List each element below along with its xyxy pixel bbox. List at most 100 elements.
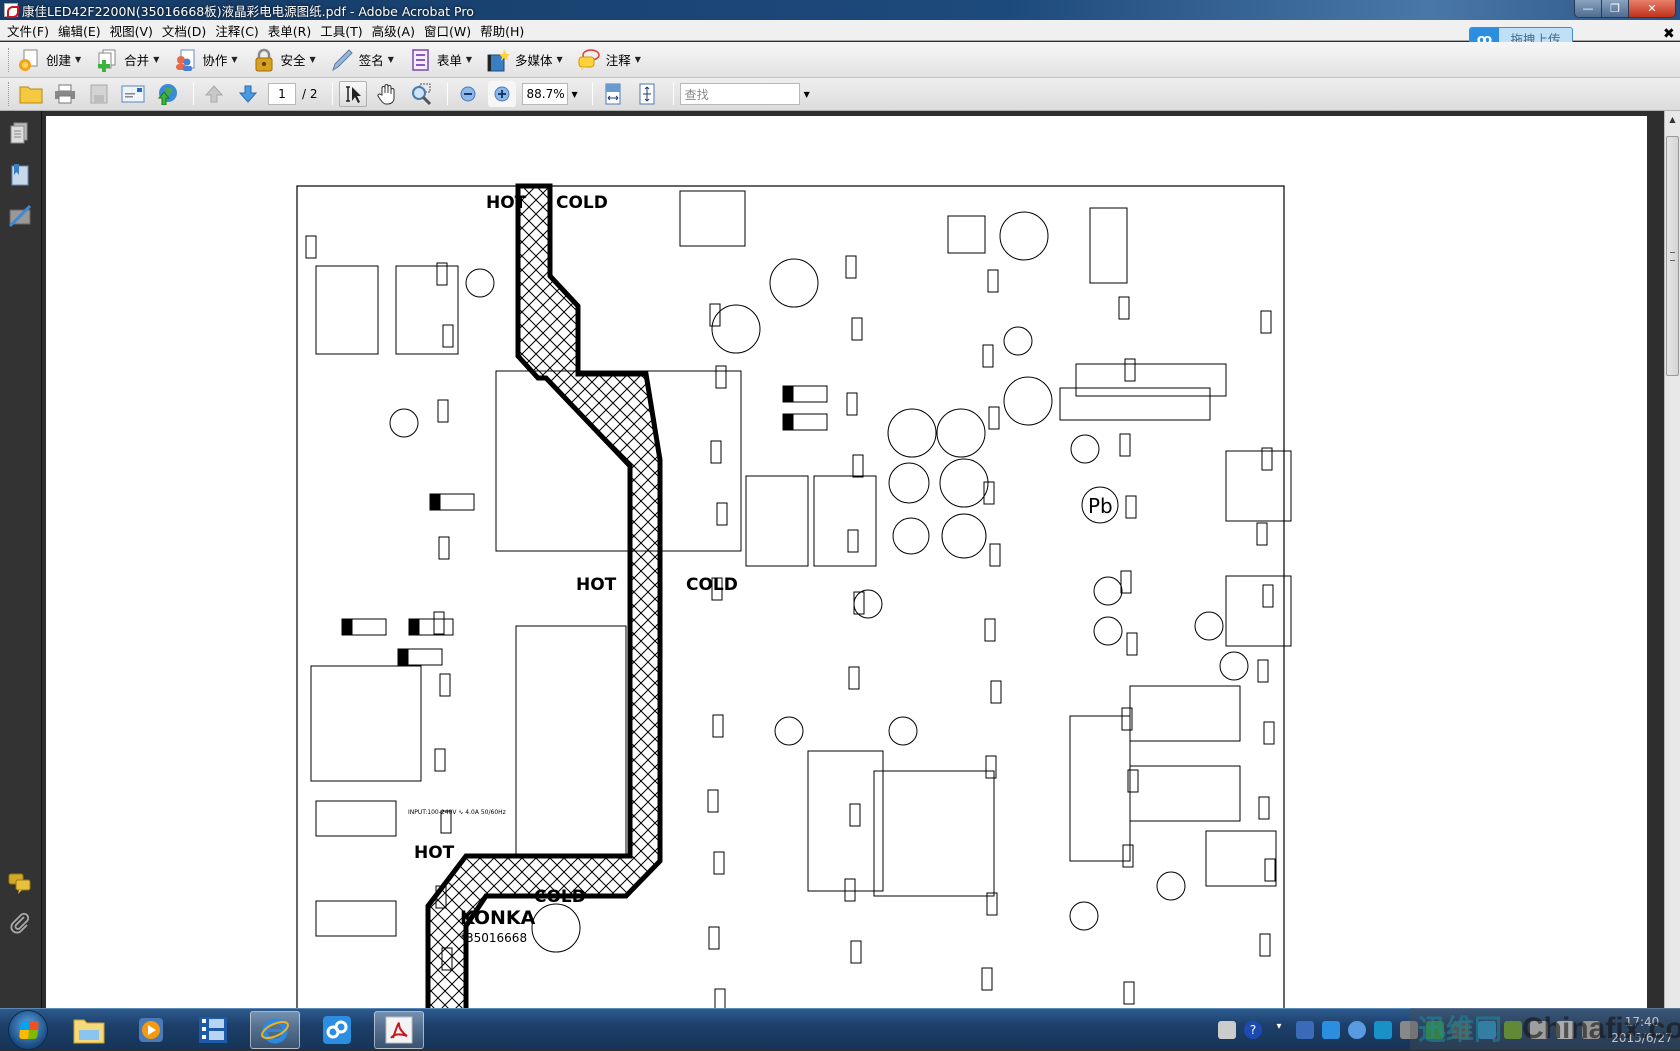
menu-window[interactable]: 窗口(W) (421, 21, 477, 40)
email-button[interactable] (119, 81, 147, 107)
open-button[interactable] (17, 81, 45, 107)
taskbar-media-player[interactable] (126, 1011, 176, 1049)
vdn950-diode-band (782, 413, 794, 431)
menu-advanced[interactable]: 高级(A) (369, 21, 421, 40)
select-tool-button[interactable] (338, 81, 367, 107)
separator (193, 83, 194, 105)
menu-help[interactable]: 帮助(H) (477, 21, 530, 40)
forms-button[interactable]: 表单 ▼ (408, 48, 472, 72)
nvidia-icon[interactable] (1504, 1021, 1522, 1039)
isolation-band (425, 183, 663, 1008)
previous-page-button[interactable] (200, 81, 228, 107)
c728 (1003, 326, 1033, 356)
hot-label-top: HOT (486, 193, 527, 213)
keyboard-icon[interactable] (1218, 1021, 1236, 1039)
taskbar-adobe-acrobat[interactable] (374, 1010, 424, 1049)
close-button[interactable]: ✕ (1629, 0, 1675, 17)
scroll-up-button[interactable]: ▲ (1665, 111, 1680, 127)
menu-document[interactable]: 文档(D) (159, 21, 212, 40)
watermark-en: Chinafix.com (1522, 1012, 1680, 1045)
next-page-button[interactable] (234, 81, 262, 107)
web-share-button[interactable] (153, 81, 181, 107)
collaborate-icon (176, 49, 195, 71)
create-button[interactable]: 创建 ▼ (17, 48, 81, 72)
find-input[interactable]: 查找 (679, 83, 800, 105)
component-13 (1126, 632, 1138, 656)
brand-logo: KONKA (460, 907, 536, 929)
help-icon[interactable]: ? (1244, 1021, 1262, 1039)
scrollbar-thumb[interactable] (1666, 136, 1679, 376)
toolbar-grip[interactable] (8, 47, 11, 72)
zoom-level-input[interactable]: 88.7% (521, 83, 568, 105)
menu-view[interactable]: 视图(V) (107, 21, 159, 40)
main-ic-n301 (873, 770, 995, 897)
comment-button[interactable]: 注释 ▼ (577, 48, 641, 72)
qq-icon[interactable] (1374, 1021, 1392, 1039)
save-button[interactable] (85, 81, 113, 107)
component-53 (846, 392, 858, 416)
cn904 (389, 408, 419, 438)
page-total: / 2 (302, 87, 318, 101)
pen-icon (331, 48, 353, 71)
lw950 (892, 517, 930, 555)
taskbar-video-app[interactable] (188, 1011, 238, 1049)
zoom-out-button[interactable] (454, 81, 482, 107)
combine-button[interactable]: 合并 ▼ (95, 48, 159, 72)
usb-icon[interactable] (1400, 1021, 1418, 1039)
menu-comments[interactable]: 注释(C) (212, 21, 264, 40)
marquee-zoom-button[interactable] (407, 81, 435, 107)
page-number-input[interactable]: 1 (268, 83, 296, 105)
multimedia-button[interactable]: 多媒体 ▼ (486, 48, 563, 72)
c226 (1194, 611, 1224, 641)
security-button[interactable]: 安全 ▼ (252, 48, 316, 72)
restore-button[interactable]: ❐ (1602, 0, 1629, 17)
start-button[interactable] (8, 1009, 48, 1050)
component-1 (442, 324, 454, 348)
collaborate-button[interactable]: 协作 ▼ (173, 48, 238, 72)
taskbar-cloud-upload[interactable] (312, 1011, 362, 1049)
component-41 (1122, 844, 1134, 868)
toolbar-grip[interactable] (8, 82, 11, 106)
fit-width-button[interactable] (599, 81, 627, 107)
fit-width-icon (605, 83, 621, 105)
find-dropdown-arrow[interactable]: ▼ (804, 90, 810, 99)
cloud-tray-icon[interactable] (1322, 1021, 1340, 1039)
comment-icon (578, 48, 600, 71)
comments-panel-icon[interactable] (8, 871, 32, 895)
signatures-panel-icon[interactable] (8, 204, 32, 228)
show-hidden-icons[interactable]: ▾ (1270, 1021, 1288, 1039)
zoom-in-button[interactable] (487, 81, 516, 107)
c434 (1069, 901, 1099, 931)
hand-tool-button[interactable] (373, 81, 401, 107)
zoom-dropdown-arrow[interactable]: ▼ (572, 90, 578, 99)
play-icon (139, 1017, 163, 1042)
live-icon[interactable] (1296, 1021, 1314, 1039)
component-59 (708, 926, 720, 950)
messenger-icon[interactable] (1348, 1021, 1366, 1039)
connector-xs601 (1225, 450, 1292, 522)
arrow-up-icon (204, 85, 224, 103)
taskbar-file-explorer[interactable] (64, 1011, 114, 1049)
envelope-icon (121, 85, 145, 103)
pages-panel-icon[interactable] (8, 121, 32, 145)
menu-edit[interactable]: 编辑(E) (55, 21, 107, 40)
sign-button[interactable]: 签名 ▼ (330, 48, 394, 72)
lock-icon (255, 48, 273, 71)
attachments-panel-icon[interactable] (8, 911, 32, 935)
menu-file[interactable]: 文件(F) (4, 21, 55, 40)
c265 (1156, 871, 1186, 901)
taskbar-internet-explorer[interactable] (250, 1010, 300, 1049)
minimize-button[interactable]: — (1575, 0, 1602, 17)
component-22 (439, 673, 451, 697)
c858 (1070, 434, 1100, 464)
vertical-scrollbar[interactable]: ▲ (1664, 111, 1680, 1008)
component-62 (1119, 433, 1131, 457)
print-button[interactable] (51, 81, 79, 107)
fit-page-button[interactable] (633, 81, 661, 107)
printer-icon (55, 84, 75, 104)
bookmarks-panel-icon[interactable] (8, 163, 32, 187)
menu-tools[interactable]: 工具(T) (317, 21, 368, 40)
menu-forms[interactable]: 表单(R) (265, 21, 317, 40)
close-document-icon[interactable]: ✖ (1663, 26, 1675, 42)
document-viewport[interactable]: HOT COLD HOT COLD HOT COLD KONKA *350166… (42, 111, 1664, 1008)
